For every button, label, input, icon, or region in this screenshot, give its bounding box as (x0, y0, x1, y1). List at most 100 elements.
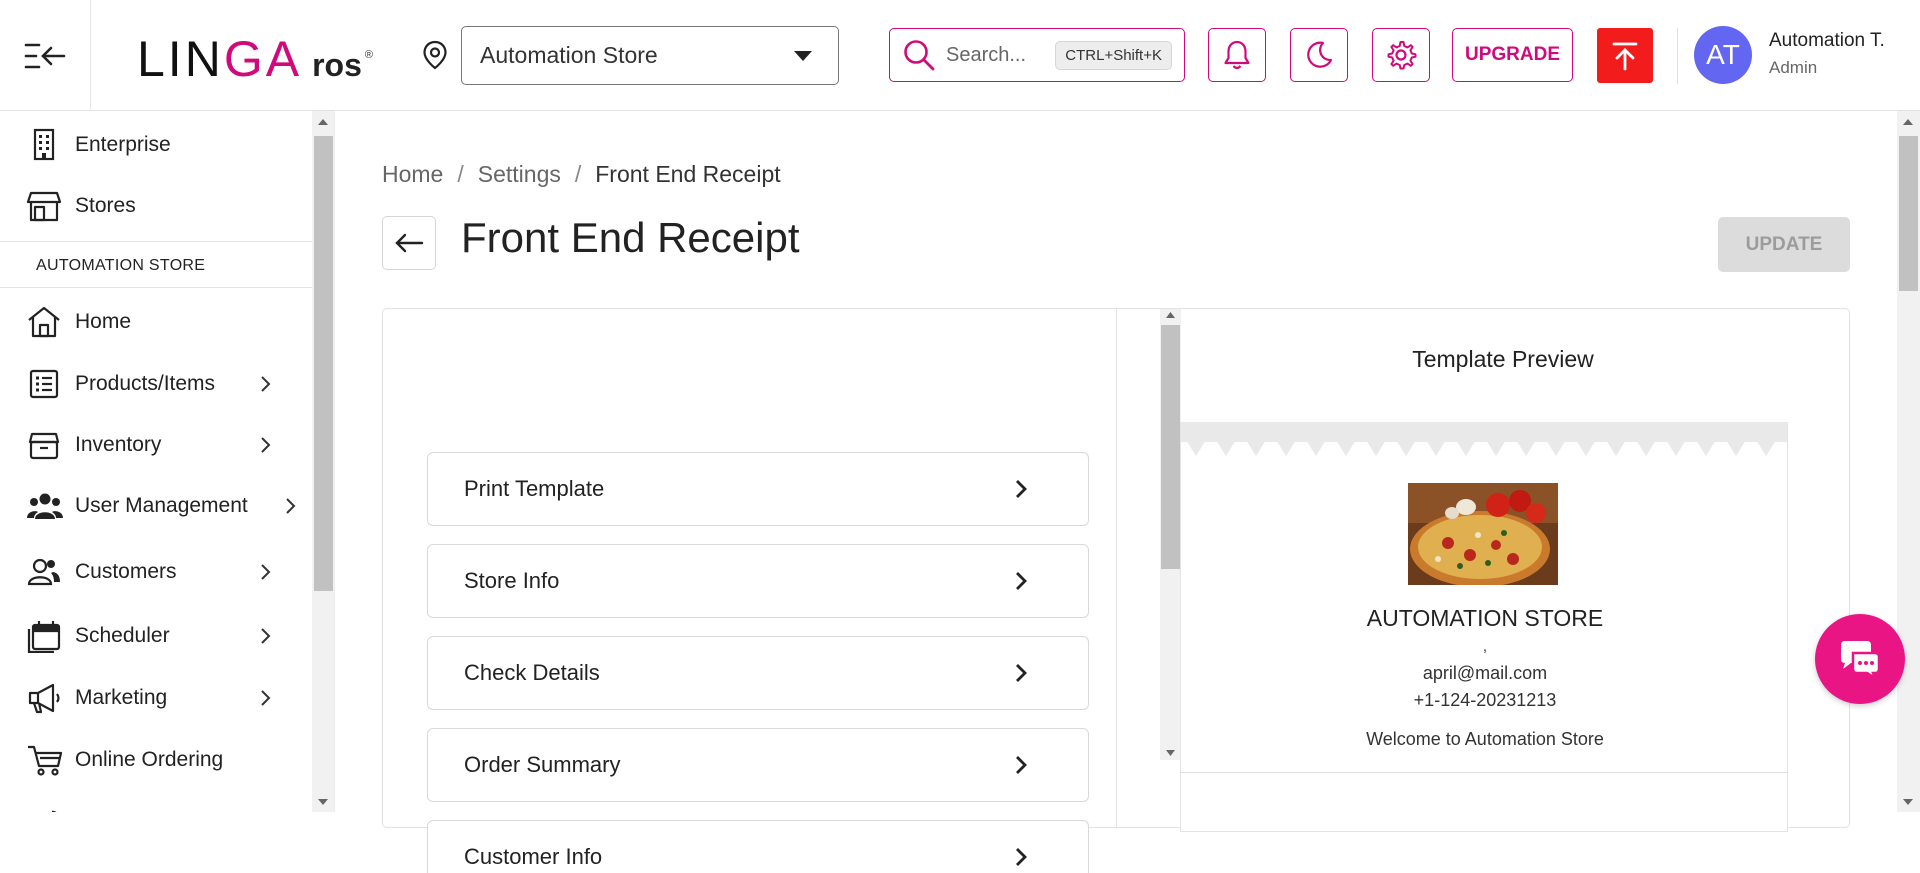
store-icon (26, 189, 62, 223)
sections-scroll-thumb[interactable] (1161, 325, 1180, 569)
sidebar-item-home[interactable]: Home (0, 297, 310, 347)
sidebar-item-customers[interactable]: Customers (0, 547, 310, 597)
receipt-divider (1181, 772, 1787, 773)
sections-scrollbar[interactable] (1160, 309, 1181, 760)
scroll-up-arrow-icon[interactable] (317, 118, 329, 126)
sidebar-item-marketing[interactable]: Marketing (0, 673, 310, 723)
customers-icon (26, 555, 62, 589)
store-section-label: AUTOMATION STORE (36, 257, 206, 274)
header-divider (1677, 28, 1678, 84)
building-icon (26, 128, 62, 162)
template-preview-title: Template Preview (1412, 346, 1594, 372)
sidebar-item-enterprise[interactable]: Enterprise (0, 120, 310, 170)
logo-accent: GA (223, 31, 303, 87)
sidebar-item-label: Marketing (75, 686, 168, 709)
list-icon (26, 367, 62, 401)
breadcrumb-home[interactable]: Home (382, 161, 443, 188)
calendar-icon (26, 619, 62, 653)
chat-bubble-icon (1837, 639, 1883, 679)
sidebar-item-products[interactable]: Products/Items (0, 359, 310, 409)
avatar[interactable]: AT (1694, 26, 1752, 84)
back-button[interactable] (382, 216, 436, 270)
page-title: Front End Receipt (461, 214, 800, 261)
chevron-right-icon (259, 375, 271, 393)
search-placeholder: Search... (946, 43, 1027, 66)
store-select[interactable]: Automation Store (461, 26, 839, 85)
location-pin-icon (422, 40, 448, 70)
sidebar-item-label: Stores (75, 194, 136, 217)
scroll-up-arrow-icon[interactable] (1165, 311, 1176, 319)
chevron-right-icon (1014, 662, 1028, 684)
receipt-address: , (1482, 638, 1488, 655)
sidebar-scrollbar[interactable] (312, 111, 334, 812)
section-order-summary[interactable]: Order Summary (427, 728, 1089, 802)
section-check-details[interactable]: Check Details (427, 636, 1089, 710)
moon-icon (1304, 40, 1334, 70)
cart-icon (26, 743, 64, 777)
breadcrumb-current: Front End Receipt (595, 161, 781, 187)
gear-icon (1385, 39, 1417, 71)
sidebar-item-more[interactable] (0, 798, 310, 812)
publish-button[interactable] (1597, 28, 1653, 83)
sidebar-item-scheduler[interactable]: Scheduler (0, 611, 310, 661)
store-select-value: Automation Store (480, 42, 658, 68)
upload-arrow-icon (1611, 41, 1639, 71)
sidebar-item-label: Scheduler (75, 624, 170, 647)
receipt-phone: +1-124-20231213 (1413, 690, 1557, 710)
section-print-template[interactable]: Print Template (427, 452, 1089, 526)
sidebar-item-user-management[interactable]: User Management (0, 481, 310, 531)
section-divider (0, 287, 313, 288)
bell-icon (1222, 39, 1252, 71)
breadcrumb-separator: / (574, 161, 582, 187)
settings-button[interactable] (1372, 28, 1430, 82)
top-header: LINGA ros ® Automation Store Search... C… (0, 0, 1920, 111)
logo-sub: ros (312, 47, 362, 83)
chevron-right-icon (259, 689, 271, 707)
notifications-button[interactable] (1208, 28, 1266, 82)
logo-main: LINGA (137, 30, 302, 88)
chevron-right-icon (259, 627, 271, 645)
chevron-right-icon (1014, 478, 1028, 500)
user-name[interactable]: Automation T. (1769, 30, 1885, 52)
receipt-email: april@mail.com (1422, 663, 1548, 683)
users-icon (26, 489, 64, 523)
upgrade-button[interactable]: UPGRADE (1452, 28, 1573, 82)
breadcrumb-settings[interactable]: Settings (478, 161, 561, 188)
chevron-right-icon (284, 497, 296, 515)
section-store-info[interactable]: Store Info (427, 544, 1089, 618)
logo-prefix: LIN (137, 31, 224, 87)
sidebar-item-label: Products/Items (75, 372, 216, 395)
main-scroll-thumb[interactable] (1899, 136, 1918, 291)
section-label: Print Template (464, 476, 605, 501)
linga-logo[interactable]: LINGA ros ® (137, 30, 373, 88)
chevron-right-icon (259, 436, 271, 454)
sidebar-item-online-ordering[interactable]: Online Ordering (0, 735, 310, 785)
menu-collapse-button[interactable] (0, 0, 91, 111)
search-shortcut: CTRL+Shift+K (1055, 41, 1172, 70)
sidebar-scroll-thumb[interactable] (314, 136, 333, 591)
main-scrollbar[interactable] (1897, 111, 1920, 812)
chat-button[interactable] (1815, 614, 1905, 704)
dark-mode-toggle[interactable] (1290, 28, 1348, 82)
sidebar-item-inventory[interactable]: Inventory (0, 420, 310, 470)
scroll-down-arrow-icon[interactable] (1902, 798, 1914, 806)
receipt-preview: AUTOMATION STORE , april@mail.com +1-124… (1180, 422, 1788, 832)
logo-registered: ® (364, 49, 373, 61)
menu-collapse-icon (23, 41, 67, 71)
chevron-down-icon (793, 50, 813, 62)
scroll-up-arrow-icon[interactable] (1902, 118, 1914, 126)
receipt-store-name: AUTOMATION STORE (1366, 605, 1604, 631)
update-button[interactable]: UPDATE (1718, 217, 1850, 272)
section-label: Order Summary (464, 752, 621, 777)
sidebar-item-stores[interactable]: Stores (0, 181, 310, 231)
box-icon (26, 428, 62, 462)
breadcrumb-separator: / (457, 161, 464, 187)
section-customer-info[interactable]: Customer Info (427, 820, 1089, 873)
scroll-down-arrow-icon[interactable] (317, 798, 329, 806)
chevron-right-icon (1014, 846, 1028, 868)
home-icon (26, 305, 62, 339)
scroll-down-arrow-icon[interactable] (1165, 749, 1176, 757)
search-input[interactable]: Search... CTRL+Shift+K (889, 28, 1185, 82)
main-content: Home / Settings / Front End Receipt Fron… (336, 111, 1920, 873)
sidebar-item-label: User Management (75, 494, 248, 517)
